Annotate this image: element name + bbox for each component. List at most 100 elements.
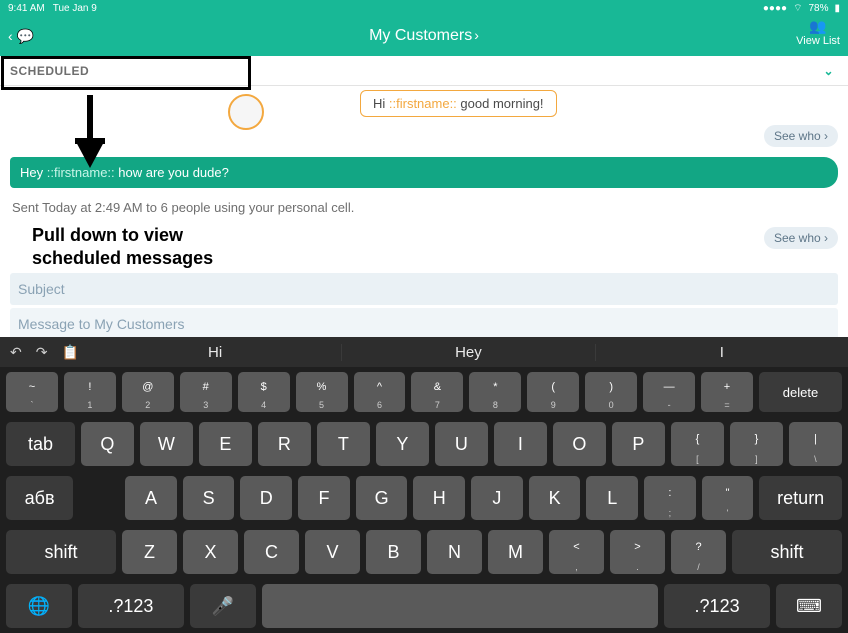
key-return[interactable]: return	[759, 476, 842, 520]
key-0[interactable]: )0	[585, 372, 637, 412]
firstname-token: ::firstname::	[47, 165, 115, 180]
key-r[interactable]: R	[258, 422, 311, 466]
chevron-left-icon: ‹	[8, 28, 13, 44]
key-s[interactable]: S	[183, 476, 235, 520]
key-bracket[interactable]: {[	[671, 422, 724, 466]
key-=[interactable]: +=	[701, 372, 753, 412]
key-f[interactable]: F	[298, 476, 350, 520]
see-who-button[interactable]: See who ›	[764, 125, 838, 147]
key-7[interactable]: &7	[411, 372, 463, 412]
status-time: 9:41 AM	[8, 3, 45, 14]
chat-icon: 💬	[17, 28, 34, 45]
scheduled-section[interactable]: SCHEDULED ⌄	[0, 56, 848, 86]
keyboard: ↶ ↷ 📋 HiHeyI ~`!1@2#3$4%5^6&7*8(9)0—-+=d…	[0, 337, 848, 633]
undo-icon[interactable]: ↶	[10, 344, 22, 361]
key-lang[interactable]: абв	[6, 476, 73, 520]
key-y[interactable]: Y	[376, 422, 429, 466]
key-bracket[interactable]: |\	[789, 422, 842, 466]
key-a[interactable]: A	[125, 476, 177, 520]
key-space[interactable]	[262, 584, 658, 628]
sent-meta: Sent Today at 2:49 AM to 6 people using …	[0, 192, 848, 223]
keyboard-toolbar: ↶ ↷ 📋 HiHeyI	[0, 337, 848, 367]
key-c[interactable]: C	[244, 530, 299, 574]
key-shift-right[interactable]: shift	[732, 530, 842, 574]
key-bracket[interactable]: }]	[730, 422, 783, 466]
key-l[interactable]: L	[586, 476, 638, 520]
key-mic[interactable]: 🎤	[190, 584, 256, 628]
annotation-line: Pull down to view	[32, 224, 213, 247]
key-z[interactable]: Z	[122, 530, 177, 574]
view-list-button[interactable]: 👥 View List	[796, 18, 840, 47]
key-punct[interactable]: <,	[549, 530, 604, 574]
message-bubble-previous: Hi ::firstname:: good morning!	[0, 86, 848, 121]
key-o[interactable]: O	[553, 422, 606, 466]
key--[interactable]: —-	[643, 372, 695, 412]
key-i[interactable]: I	[494, 422, 547, 466]
key-p[interactable]: P	[612, 422, 665, 466]
header-title: My Customers	[369, 27, 472, 44]
people-icon: 👥	[796, 18, 840, 35]
key-3[interactable]: #3	[180, 372, 232, 412]
key-6[interactable]: ^6	[354, 372, 406, 412]
key-q[interactable]: Q	[81, 422, 134, 466]
status-date: Tue Jan 9	[53, 3, 97, 14]
key-w[interactable]: W	[140, 422, 193, 466]
key-n[interactable]: N	[427, 530, 482, 574]
key-punct[interactable]: :;	[644, 476, 696, 520]
key-punct[interactable]: ?/	[671, 530, 726, 574]
key-x[interactable]: X	[183, 530, 238, 574]
subject-input[interactable]: Subject	[10, 273, 838, 305]
key-j[interactable]: J	[471, 476, 523, 520]
key-m[interactable]: M	[488, 530, 543, 574]
key-h[interactable]: H	[413, 476, 465, 520]
key-b[interactable]: B	[366, 530, 421, 574]
keyboard-suggestion[interactable]: I	[595, 344, 848, 361]
key-tab[interactable]: tab	[6, 422, 75, 466]
keyboard-suggestion[interactable]: Hey	[341, 344, 594, 361]
status-bar: 9:41 AM Tue Jan 9 ●●●● ⌔ 78% ▮	[0, 0, 848, 16]
key-4[interactable]: $4	[238, 372, 290, 412]
key-8[interactable]: *8	[469, 372, 521, 412]
bubble-text: Hey	[20, 165, 47, 180]
placeholder: Subject	[18, 281, 65, 297]
battery-icon: ▮	[834, 3, 840, 14]
view-list-label: View List	[796, 35, 840, 47]
chevron-right-icon: ›	[474, 27, 479, 43]
header-title-button[interactable]: My Customers›	[369, 27, 479, 45]
key-altnum-right[interactable]: .?123	[664, 584, 770, 628]
key-delete[interactable]: delete	[759, 372, 842, 412]
key-shift-left[interactable]: shift	[6, 530, 116, 574]
key-e[interactable]: E	[199, 422, 252, 466]
key-g[interactable]: G	[356, 476, 408, 520]
keyboard-suggestion[interactable]: Hi	[89, 344, 341, 361]
pull-indicator-icon	[228, 94, 264, 130]
bubble-text: how are you dude?	[115, 165, 229, 180]
key-v[interactable]: V	[305, 530, 360, 574]
see-who-button[interactable]: See who ›	[764, 227, 838, 249]
scheduled-label: SCHEDULED	[10, 64, 89, 78]
firstname-token: ::firstname::	[389, 96, 457, 111]
key-1[interactable]: !1	[64, 372, 116, 412]
key-globe[interactable]: 🌐	[6, 584, 72, 628]
chevron-down-icon: ⌄	[823, 64, 834, 78]
key-punct[interactable]: >.	[610, 530, 665, 574]
key-2[interactable]: @2	[122, 372, 174, 412]
key-hide-keyboard[interactable]: ⌨	[776, 584, 842, 628]
key-k[interactable]: K	[529, 476, 581, 520]
clipboard-icon[interactable]: 📋	[61, 344, 78, 361]
key-5[interactable]: %5	[296, 372, 348, 412]
message-input[interactable]: Message to My Customers	[10, 308, 838, 340]
message-bubble-sent: Hey ::firstname:: how are you dude?	[10, 157, 838, 188]
key-d[interactable]: D	[240, 476, 292, 520]
wifi-icon: ⌔	[793, 2, 802, 15]
key-punct[interactable]: "'	[702, 476, 754, 520]
redo-icon[interactable]: ↷	[36, 344, 48, 361]
key-`[interactable]: ~`	[6, 372, 58, 412]
key-altnum-left[interactable]: .?123	[78, 584, 184, 628]
key-t[interactable]: T	[317, 422, 370, 466]
back-button[interactable]: ‹ 💬	[8, 28, 34, 45]
key-9[interactable]: (9	[527, 372, 579, 412]
placeholder: Message to My Customers	[18, 316, 185, 332]
key-u[interactable]: U	[435, 422, 488, 466]
battery-pct: 78%	[808, 3, 828, 14]
